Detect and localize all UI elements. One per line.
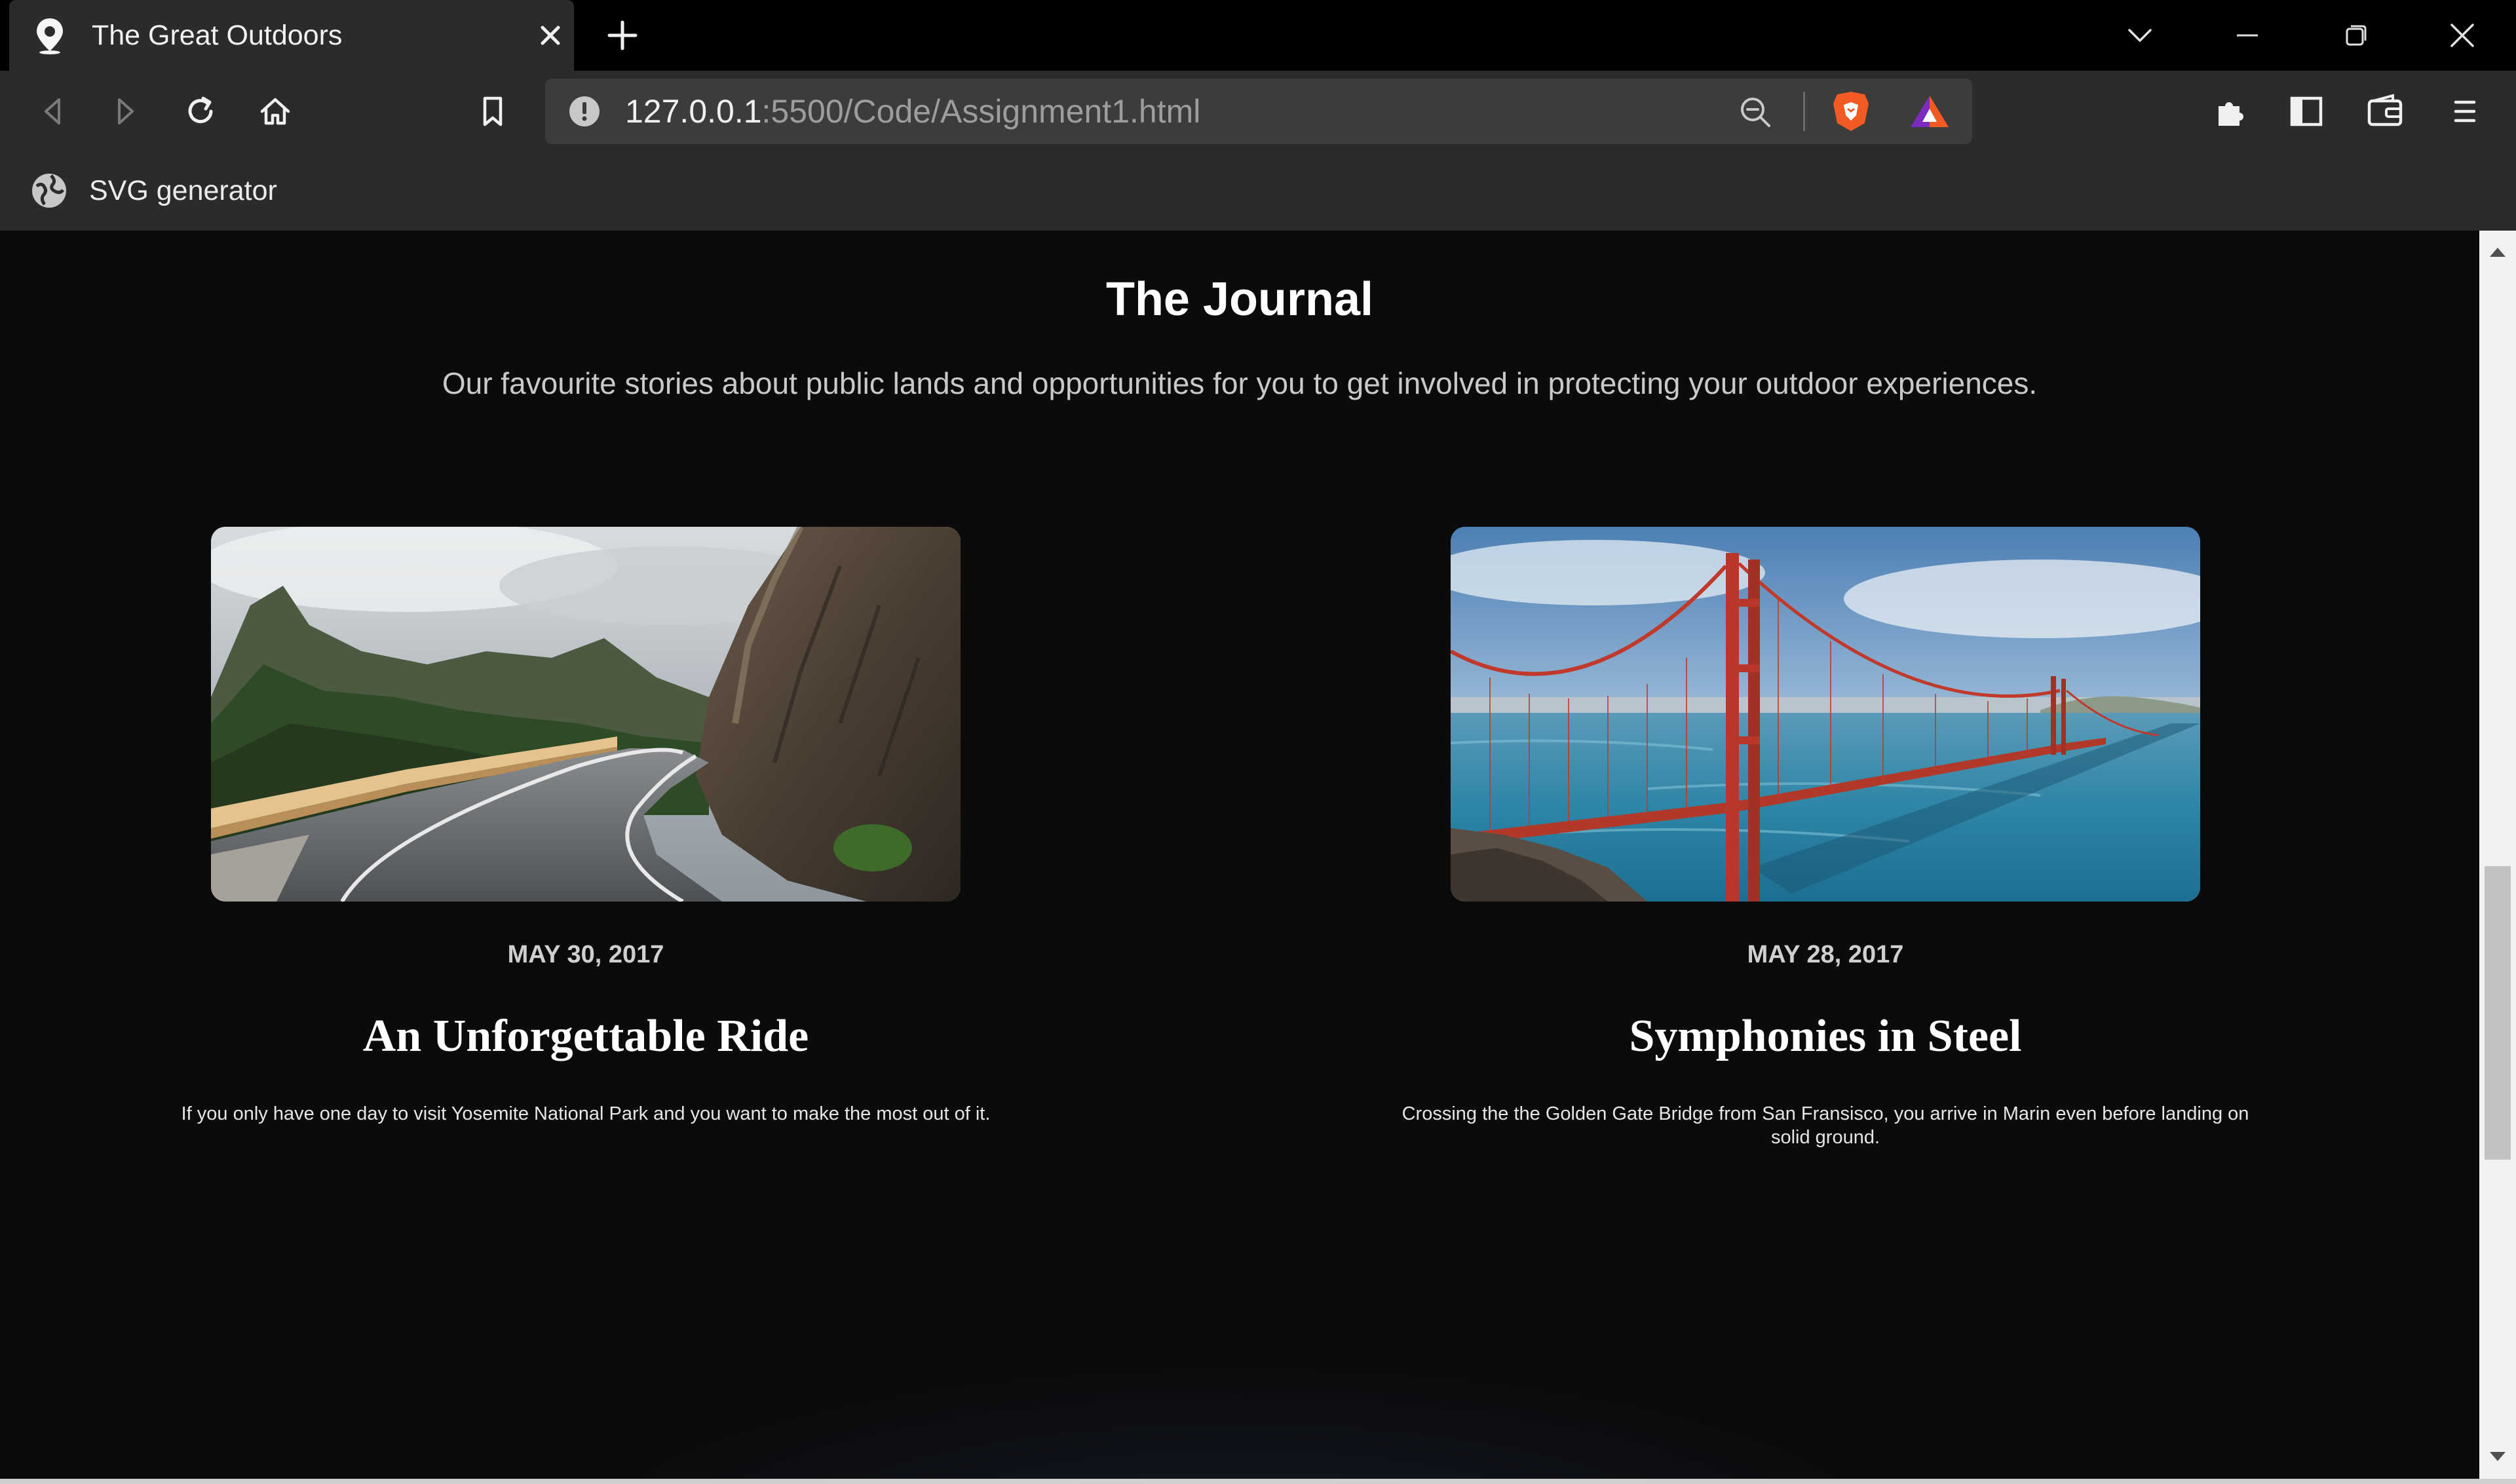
- browser-tab-active[interactable]: The Great Outdoors: [9, 0, 574, 71]
- tab-strip: The Great Outdoors: [0, 0, 2516, 71]
- brave-shields-icon[interactable]: [1831, 89, 1871, 134]
- sidebar-icon[interactable]: [2285, 90, 2327, 132]
- mountain-road-photo[interactable]: [211, 527, 961, 902]
- card-excerpt: If you only have one day to visit Yosemi…: [181, 1103, 991, 1124]
- address-bar[interactable]: 127.0.0.1:5500/Code/Assignment1.html: [545, 79, 1972, 144]
- home-icon[interactable]: [254, 90, 296, 132]
- brave-rewards-icon[interactable]: [1908, 92, 1951, 131]
- forward-icon[interactable]: [105, 90, 147, 132]
- site-info-icon[interactable]: [567, 94, 601, 128]
- bookmark-label: SVG generator: [89, 174, 277, 206]
- address-bar-divider: [1803, 92, 1805, 131]
- wallet-icon[interactable]: [2364, 90, 2406, 132]
- scrollbar-thumb[interactable]: [2485, 866, 2511, 1160]
- page-viewport: The Journal Our favourite stories about …: [0, 231, 2479, 1479]
- card-title[interactable]: An Unforgettable Ride: [145, 1010, 1026, 1063]
- url-host: 127.0.0.1: [625, 93, 762, 130]
- tab-title: The Great Outdoors: [92, 20, 343, 51]
- card-date: MAY 30, 2017: [507, 941, 664, 968]
- bookmarks-bar: SVG generator: [0, 152, 2516, 231]
- page-title: The Journal: [1105, 273, 1374, 326]
- browser-toolbar: 127.0.0.1:5500/Code/Assignment1.html: [0, 71, 2516, 152]
- scroll-up-arrow-icon[interactable]: [2488, 245, 2507, 258]
- card-excerpt: Crossing the the Golden Gate Bridge from…: [1401, 1103, 2249, 1148]
- zoom-out-icon[interactable]: [1738, 94, 1773, 130]
- restore-icon[interactable]: [2336, 16, 2376, 55]
- page-subtitle: Our favourite stories about public lands…: [442, 366, 2038, 400]
- new-tab-icon[interactable]: [603, 16, 642, 55]
- scroll-down-arrow-icon[interactable]: [2488, 1451, 2507, 1464]
- chevron-down-icon[interactable]: [2120, 16, 2160, 55]
- extensions-icon[interactable]: [2209, 90, 2251, 132]
- back-icon[interactable]: [31, 90, 73, 132]
- close-tab-icon[interactable]: [532, 17, 569, 54]
- card-title[interactable]: Symphonies in Steel: [1385, 1010, 2266, 1063]
- menu-icon[interactable]: [2444, 90, 2486, 132]
- card-date: MAY 28, 2017: [1747, 941, 1904, 968]
- url-text[interactable]: 127.0.0.1:5500/Code/Assignment1.html: [625, 92, 1200, 131]
- window-bottom-edge: [0, 1479, 2516, 1484]
- reload-icon[interactable]: [180, 90, 221, 132]
- minimize-icon[interactable]: [2228, 16, 2267, 55]
- vertical-scrollbar[interactable]: [2479, 231, 2516, 1479]
- map-pin-icon: [37, 18, 63, 54]
- bookmark-icon[interactable]: [472, 90, 514, 132]
- url-path: :5500/Code/Assignment1.html: [761, 93, 1201, 130]
- close-window-icon[interactable]: [2443, 16, 2482, 55]
- bookmark-svg-generator[interactable]: SVG generator: [30, 168, 277, 214]
- golden-gate-bridge-photo[interactable]: [1451, 527, 2200, 902]
- globe-icon: [32, 174, 66, 208]
